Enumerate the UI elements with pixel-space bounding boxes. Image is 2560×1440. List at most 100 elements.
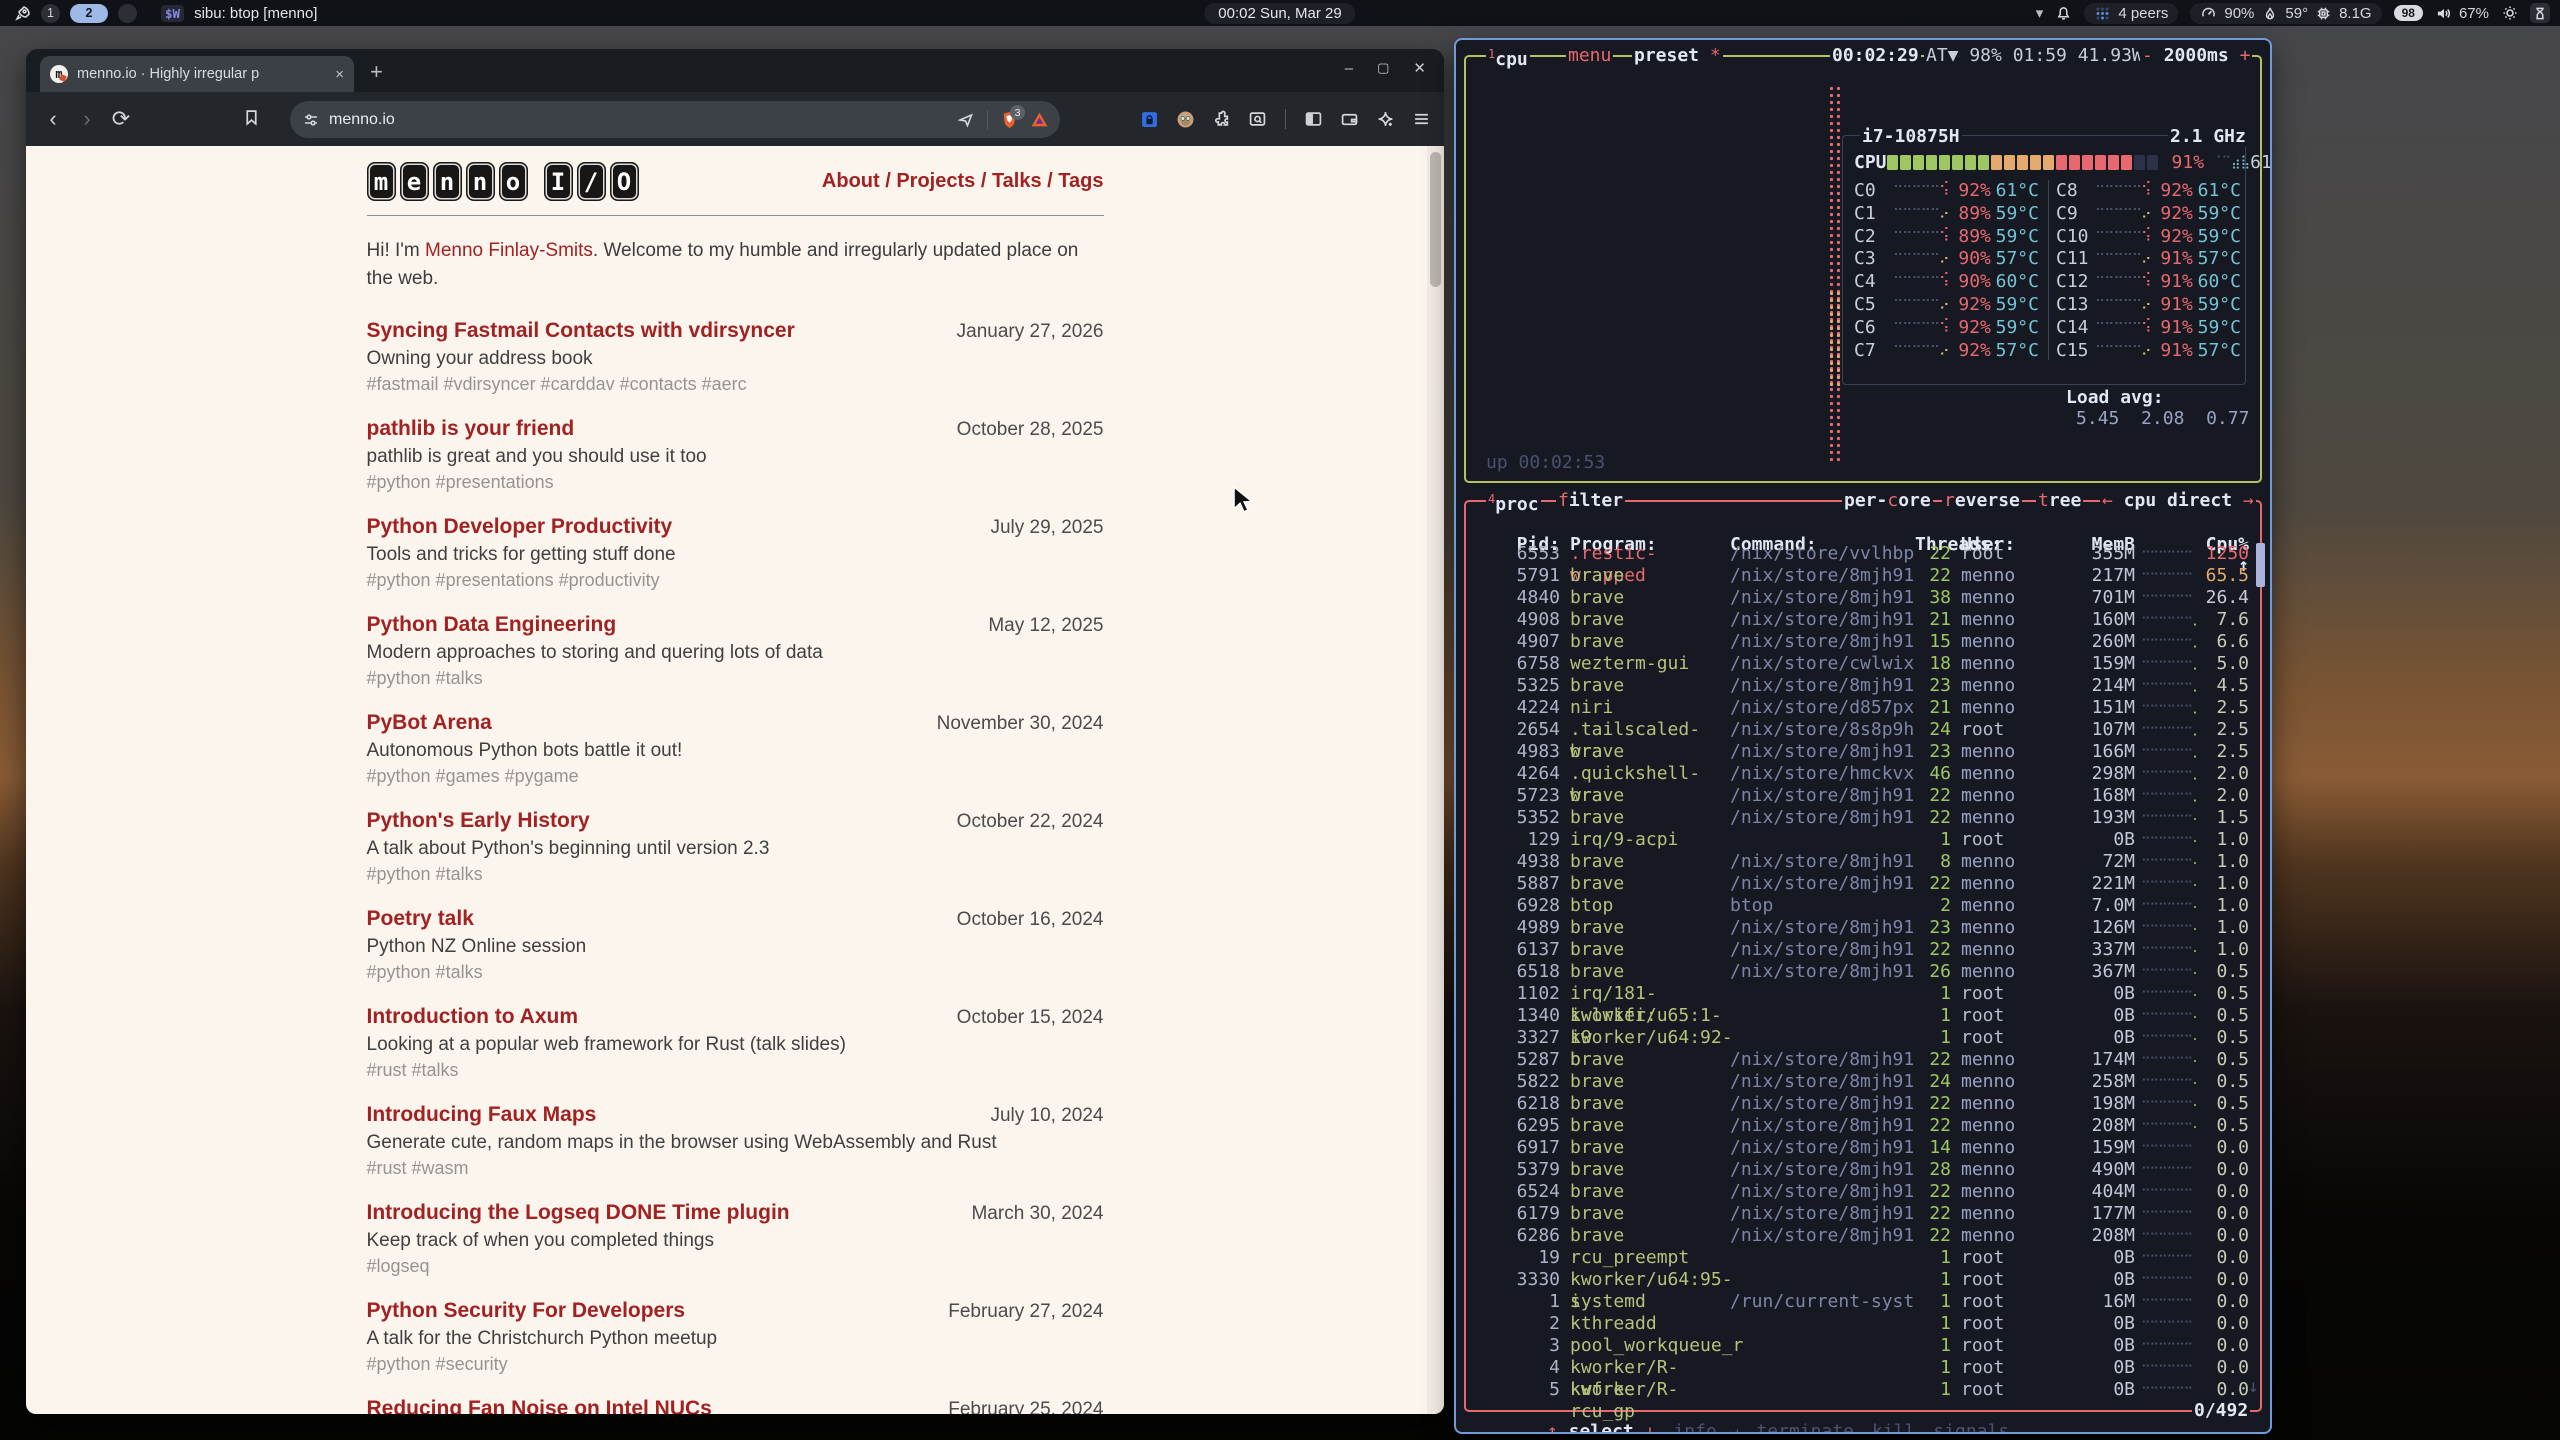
window-minimize-button[interactable]: – <box>1345 60 1353 77</box>
proc-row[interactable]: 4kworker/R-kvfree1root0B⠒⠒⠒⠒⠒⠒0.0 <box>1476 1357 2256 1379</box>
leo-ai-sparkle-icon[interactable] <box>1377 111 1394 128</box>
nav-link-about[interactable]: About <box>822 170 880 192</box>
proc-row[interactable]: 5887brave/nix/store/8mjh9122menno221M⠒⠒⠒… <box>1476 873 2256 895</box>
author-link[interactable]: Menno Finlay-Smits <box>425 240 593 261</box>
proc-row[interactable]: 6179brave/nix/store/8mjh9122menno177M⠒⠒⠒… <box>1476 1203 2256 1225</box>
tray-chevron-icon[interactable]: ▾ <box>2036 4 2044 22</box>
proc-row[interactable]: 6218brave/nix/store/8mjh9122menno198M⠒⠒⠒… <box>1476 1093 2256 1115</box>
cpu-box-title[interactable]: 1cpu <box>1486 45 1530 70</box>
forward-button[interactable]: › <box>70 106 104 132</box>
post-title-link[interactable]: PyBot Arena <box>367 711 492 735</box>
tab-close-icon[interactable]: × <box>335 66 344 83</box>
proc-row[interactable]: 5822brave/nix/store/8mjh9124menno258M⠒⠒⠒… <box>1476 1071 2256 1093</box>
nav-link-tags[interactable]: Tags <box>1058 170 1103 192</box>
wezterm-app-icon[interactable]: $W <box>161 5 184 22</box>
post-title-link[interactable]: Introducing Faux Maps <box>367 1103 597 1127</box>
proc-row[interactable]: 6524brave/nix/store/8mjh9122menno404M⠒⠒⠒… <box>1476 1181 2256 1203</box>
proc-row[interactable]: 19rcu_preempt1root0B⠒⠒⠒⠒⠒⠒0.0 <box>1476 1247 2256 1269</box>
post-title-link[interactable]: Syncing Fastmail Contacts with vdirsynce… <box>367 319 795 343</box>
brave-rewards-bat-icon[interactable] <box>1031 111 1048 128</box>
preset-button[interactable]: preset * <box>1632 45 1723 66</box>
url-text[interactable]: menno.io <box>329 111 947 129</box>
proc-row[interactable]: 1systemd/run/current-syst1root16M⠒⠒⠒⠒⠒⠒0… <box>1476 1291 2256 1313</box>
proc-row[interactable]: 4989brave/nix/store/8mjh9123menno126M⠒⠒⠒… <box>1476 917 2256 939</box>
info-control[interactable]: info ↵ <box>1671 1421 1740 1432</box>
signals-control[interactable]: signals <box>1931 1421 2011 1432</box>
launcher-rocket-icon[interactable] <box>14 5 31 22</box>
workspace-1[interactable]: 1 <box>41 4 60 23</box>
post-title-link[interactable]: Introducing the Logseq DONE Time plugin <box>367 1201 790 1225</box>
workspace-2-active[interactable]: 2 <box>70 4 108 23</box>
clock[interactable]: 00:02 Sun, Mar 29 <box>1204 3 1355 24</box>
proc-row[interactable]: 3327kworker/u64:92-b1root0B⠒⠒⠒⠒⠒⠒⠄0.5 <box>1476 1027 2256 1049</box>
tailscale-peers[interactable]: 4 peers <box>2084 3 2178 24</box>
menu-button[interactable]: menu <box>1566 45 1613 66</box>
post-title-link[interactable]: Python Data Engineering <box>367 613 617 637</box>
password-manager-icon[interactable] <box>1141 111 1158 128</box>
proc-percore-toggle[interactable]: per-core <box>1842 490 1933 511</box>
proc-row[interactable]: 6518brave/nix/store/8mjh9126menno367M⠒⠒⠒… <box>1476 961 2256 983</box>
terminate-control[interactable]: terminate <box>1754 1421 1856 1432</box>
proc-row[interactable]: 3pool_workqueue_r1root0B⠒⠒⠒⠒⠒⠒0.0 <box>1476 1335 2256 1357</box>
volume-control[interactable]: 67% <box>2435 5 2489 22</box>
proc-sort-selector[interactable]: ← cpu direct → <box>2100 490 2256 511</box>
proc-row[interactable]: 1340kworker/u65:1-i91root0B⠒⠒⠒⠒⠒⠒⠄0.5 <box>1476 1005 2256 1027</box>
window-search-icon[interactable] <box>1249 111 1266 128</box>
select-control[interactable]: ↑ select ↓ <box>1545 1421 1657 1432</box>
proc-tree-toggle[interactable]: tree <box>2036 490 2083 511</box>
system-metrics[interactable]: 90% 59° 8.1G <box>2190 3 2381 24</box>
post-title-link[interactable]: Python Security For Developers <box>367 1299 686 1323</box>
window-maximize-button[interactable]: ▢ <box>1377 60 1389 76</box>
page-scrollbar[interactable] <box>1427 146 1444 1414</box>
post-title-link[interactable]: Introduction to Axum <box>367 1005 579 1029</box>
proc-row[interactable]: 5791brave/nix/store/8mjh9122menno217M⠒⠒⠒… <box>1476 565 2256 587</box>
proc-scrollbar-thumb[interactable] <box>2256 543 2265 587</box>
proc-row[interactable]: 5287brave/nix/store/8mjh9122menno174M⠒⠒⠒… <box>1476 1049 2256 1071</box>
site-logo[interactable]: mennoI/O <box>367 162 639 201</box>
share-icon[interactable] <box>957 111 974 128</box>
profile-avatar[interactable] <box>1177 111 1194 128</box>
post-title-link[interactable]: Poetry talk <box>367 907 474 931</box>
proc-row[interactable]: 6286brave/nix/store/8mjh9122menno208M⠒⠒⠒… <box>1476 1225 2256 1247</box>
proc-row[interactable]: 5352brave/nix/store/8mjh9122menno193M⠒⠒⠒… <box>1476 807 2256 829</box>
url-bar[interactable]: menno.io 3 <box>290 101 1060 138</box>
proc-row[interactable]: 1102irq/181-iwlwifi:1root0B⠒⠒⠒⠒⠒⠒⠄0.5 <box>1476 983 2256 1005</box>
post-title-link[interactable]: pathlib is your friend <box>367 417 575 441</box>
bookmark-icon[interactable] <box>234 106 268 132</box>
wallet-icon[interactable] <box>1341 111 1358 128</box>
extensions-puzzle-icon[interactable] <box>1213 111 1230 128</box>
proc-row[interactable]: 4938brave/nix/store/8mjh918menno72M⠒⠒⠒⠒⠒… <box>1476 851 2256 873</box>
post-title-link[interactable]: Python Developer Productivity <box>367 515 673 539</box>
kill-control[interactable]: kill <box>1870 1421 1917 1432</box>
post-title-link[interactable]: Reducing Fan Noise on Intel NUCs <box>367 1397 712 1414</box>
nav-link-projects[interactable]: Projects <box>896 170 975 192</box>
nav-link-talks[interactable]: Talks <box>992 170 1042 192</box>
notification-bell-icon[interactable] <box>2055 5 2072 22</box>
proc-row[interactable]: 2kthreadd1root0B⠒⠒⠒⠒⠒⠒0.0 <box>1476 1313 2256 1335</box>
sidebar-toggle-icon[interactable] <box>1305 111 1322 128</box>
proc-row[interactable]: 4224niri/nix/store/d857px21menno151M⠒⠒⠒⠒… <box>1476 697 2256 719</box>
proc-row[interactable]: 5325brave/nix/store/8mjh9123menno214M⠒⠒⠒… <box>1476 675 2256 697</box>
back-button[interactable]: ‹ <box>36 106 70 132</box>
proc-row[interactable]: 129irq/9-acpi1root0B⠒⠒⠒⠒⠒⠒⠄1.0 <box>1476 829 2256 851</box>
refresh-rate-control[interactable]: - 2000ms + <box>2140 45 2252 66</box>
idle-inhibitor-hourglass-icon[interactable] <box>2530 3 2550 23</box>
proc-box-title[interactable]: 4proc <box>1486 490 1541 515</box>
proc-row[interactable]: 6553.restic-wrapped/nix/store/vvlhbp22ro… <box>1476 543 2256 565</box>
proc-row[interactable]: 4908brave/nix/store/8mjh9121menno160M⠒⠒⠒… <box>1476 609 2256 631</box>
proc-row[interactable]: 4907brave/nix/store/8mjh9115menno260M⠒⠒⠒… <box>1476 631 2256 653</box>
site-settings-sliders-icon[interactable] <box>302 111 319 128</box>
proc-row[interactable]: 6928btopbtop2menno7.0M⠒⠒⠒⠒⠒⠒⠄1.0 <box>1476 895 2256 917</box>
proc-filter-button[interactable]: filter <box>1556 490 1625 511</box>
proc-row[interactable]: 4264.quickshell-wra/nix/store/hmckvx46me… <box>1476 763 2256 785</box>
proc-row[interactable]: 5kworker/R-rcu_gp1root0B⠒⠒⠒⠒⠒⠒0.0 <box>1476 1379 2256 1401</box>
battery-indicator[interactable]: 98 <box>2394 5 2423 21</box>
proc-row[interactable]: 4983brave/nix/store/8mjh9123menno166M⠒⠒⠒… <box>1476 741 2256 763</box>
brightness-sun-icon[interactable] <box>2501 5 2518 22</box>
browser-tab[interactable]: m menno.io · Highly irregular p × <box>40 56 354 92</box>
proc-row[interactable]: 4840brave/nix/store/8mjh9138menno701M⠒⠒⠒… <box>1476 587 2256 609</box>
proc-row[interactable]: 5379brave/nix/store/8mjh9128menno490M⠒⠒⠒… <box>1476 1159 2256 1181</box>
proc-row[interactable]: 6137brave/nix/store/8mjh9122menno337M⠒⠒⠒… <box>1476 939 2256 961</box>
reload-button[interactable]: ⟳ <box>104 106 138 132</box>
proc-reverse-toggle[interactable]: reverse <box>1942 490 2022 511</box>
